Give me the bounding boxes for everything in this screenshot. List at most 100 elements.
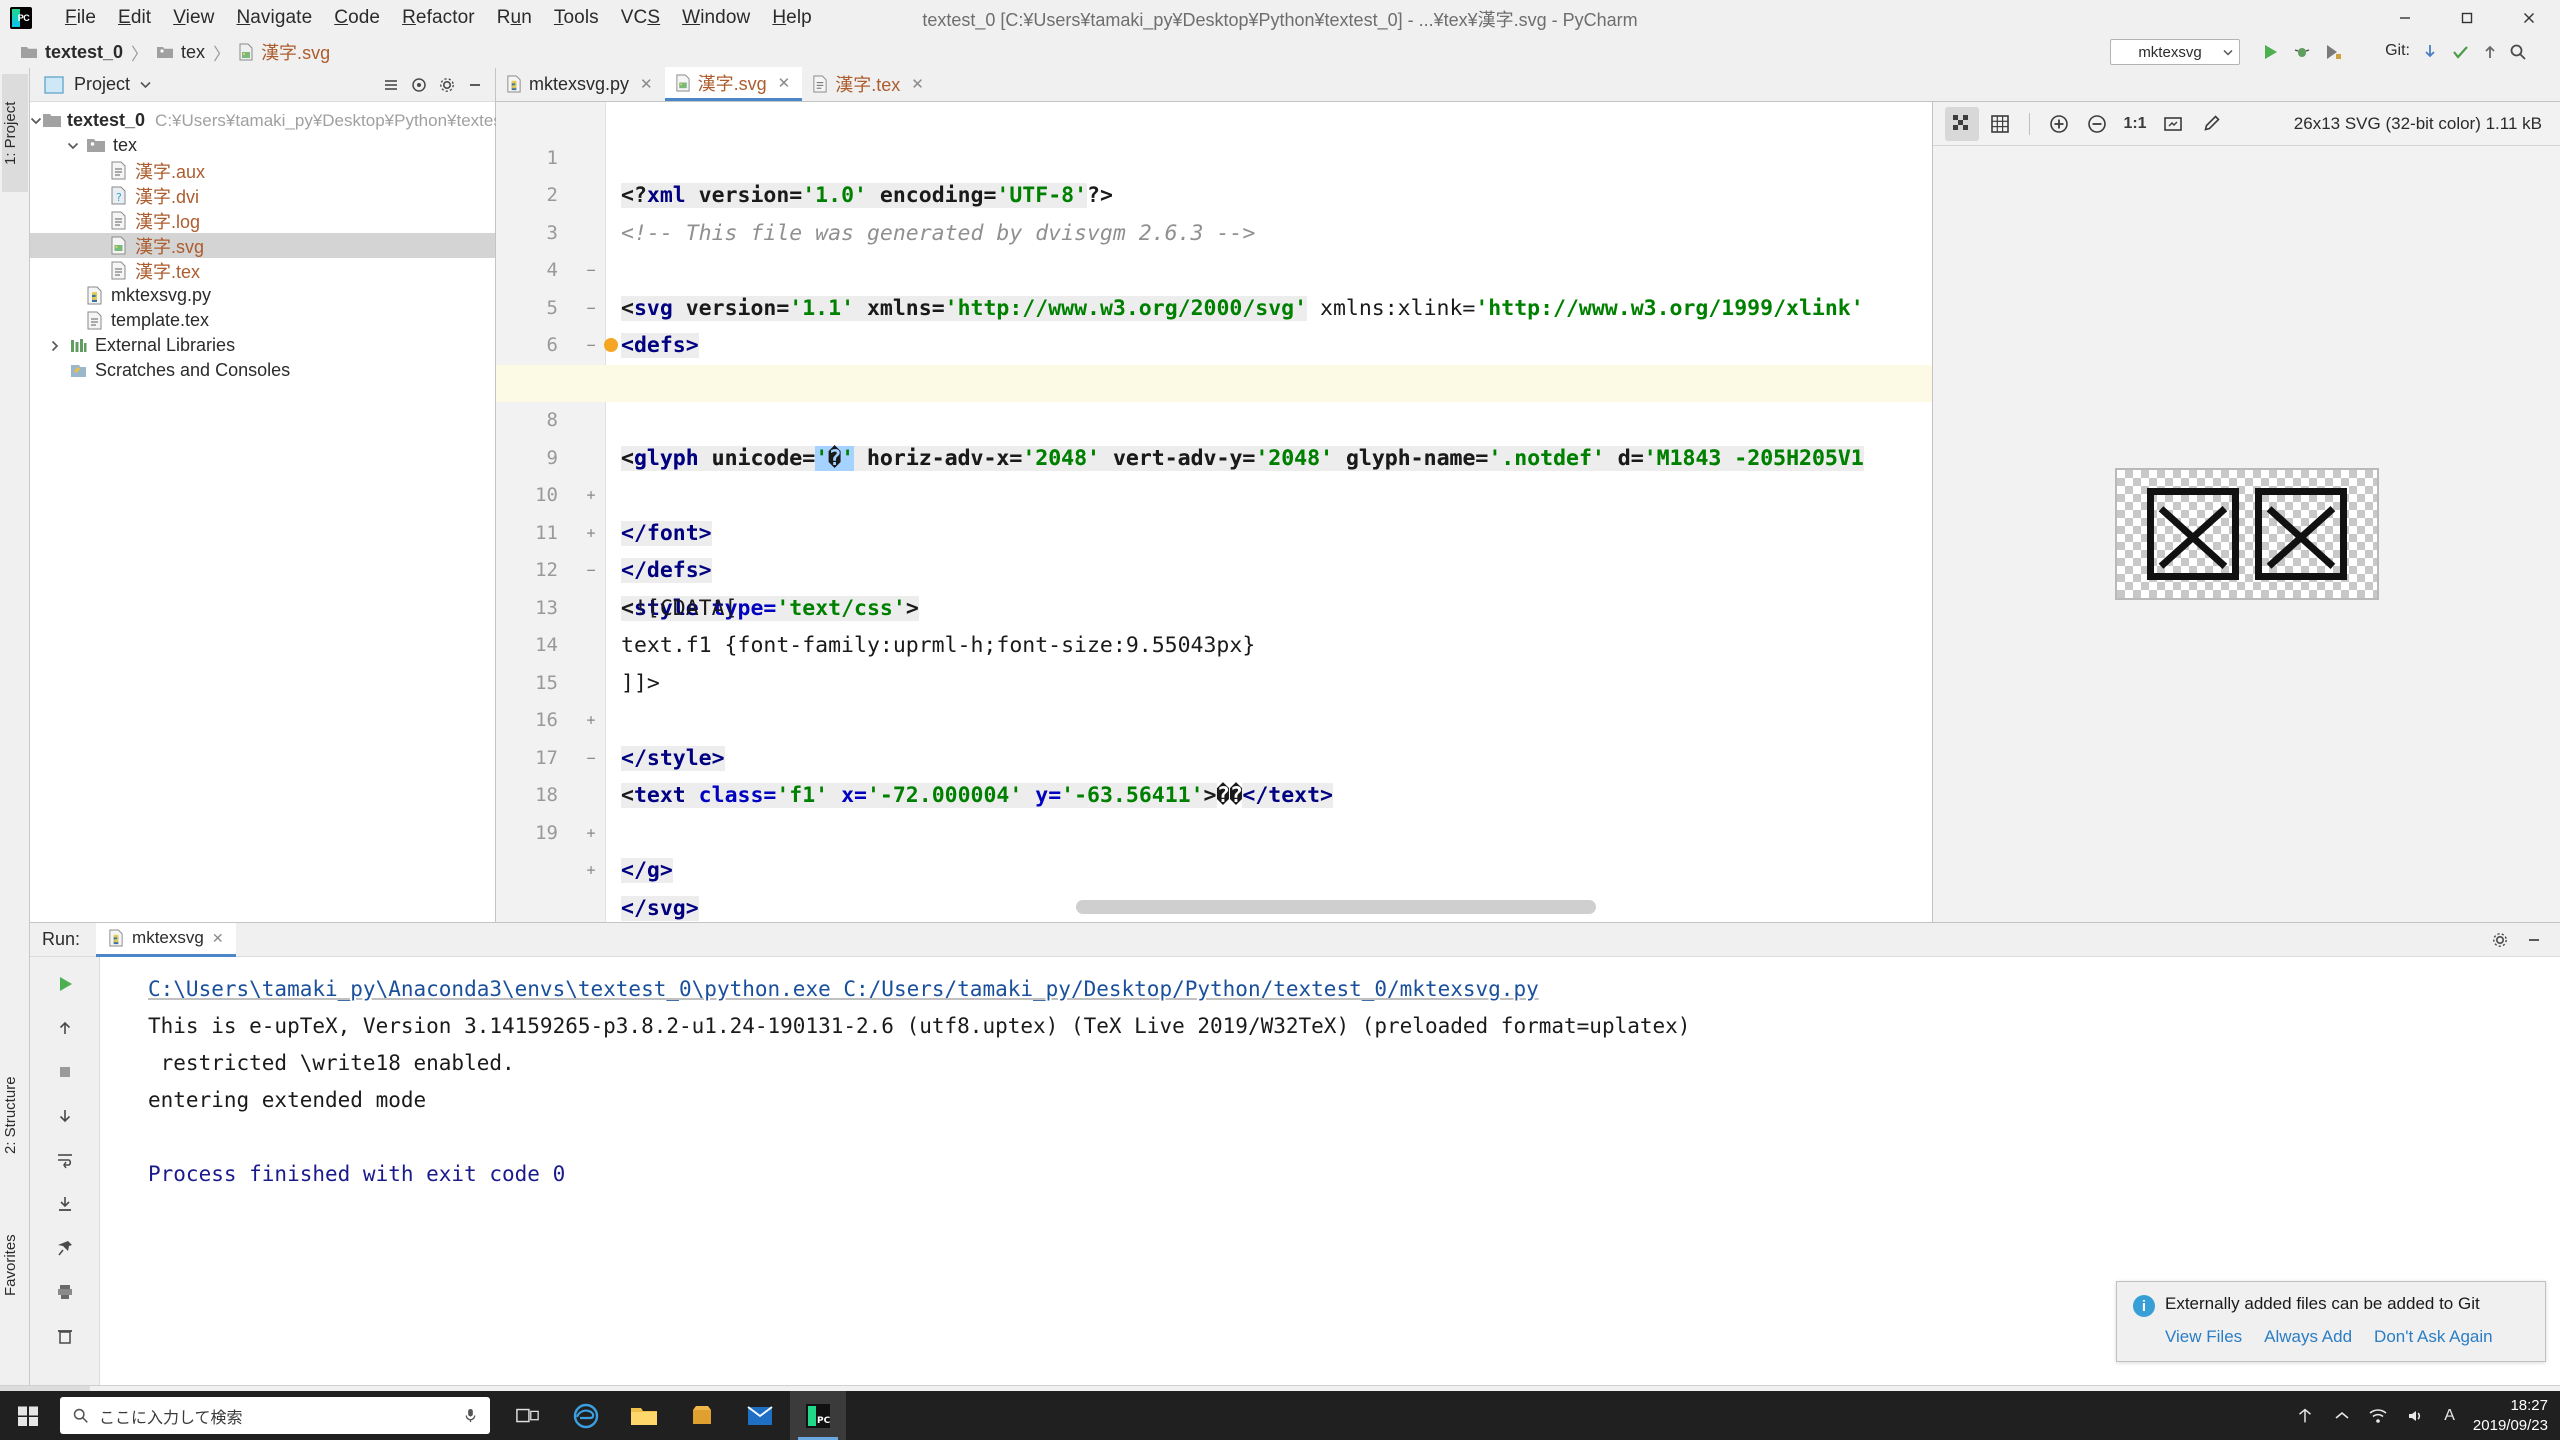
mail-button[interactable] [732, 1391, 788, 1440]
fit-to-window-button[interactable] [2156, 107, 2190, 141]
intention-bulb-icon[interactable] [604, 338, 618, 352]
dont-ask-again-link[interactable]: Don't Ask Again [2374, 1327, 2493, 1347]
git-commit-button[interactable] [2448, 40, 2472, 64]
tree-item-kanji-tex[interactable]: 漢字.tex [30, 258, 495, 283]
breadcrumb-item-tex[interactable]: tex [156, 42, 205, 63]
view-files-link[interactable]: View Files [2165, 1327, 2242, 1347]
tree-item-textest_0[interactable]: textest_0 C:¥Users¥tamaki_py¥Desktop¥Pyt… [30, 108, 525, 133]
tree-item-scratches-and-consoles[interactable]: Scratches and Consoles [30, 358, 495, 383]
editor-tab-kanji-tex[interactable]: 漢字.tex ✕ [802, 67, 936, 101]
toggle-grid-button[interactable] [1983, 107, 2017, 141]
show-hidden-icons-button[interactable] [2334, 1410, 2350, 1422]
toggle-chessboard-button[interactable] [1945, 106, 1979, 141]
project-settings-button[interactable] [435, 73, 459, 97]
chevron-down-icon [2223, 49, 2233, 56]
tree-item-kanji-svg[interactable]: 漢字.svg [30, 233, 495, 258]
expand-twisty-icon[interactable] [62, 141, 84, 151]
color-picker-button[interactable] [2194, 107, 2228, 141]
run-settings-button[interactable] [2488, 928, 2512, 952]
clear-console-button[interactable] [50, 1321, 80, 1351]
search-everywhere-button[interactable] [2506, 40, 2530, 64]
soft-wrap-button[interactable] [50, 1145, 80, 1175]
editor-horizontal-scrollbar[interactable] [1076, 900, 1596, 914]
close-icon[interactable]: ✕ [640, 75, 653, 93]
tool-tab-project[interactable]: 1: Project [2, 74, 28, 192]
debug-button[interactable] [2290, 40, 2314, 64]
git-push-button[interactable] [2478, 40, 2502, 64]
rerun-button[interactable] [50, 969, 80, 999]
hide-panel-button[interactable] [463, 73, 487, 97]
code-token: </svg> [621, 895, 699, 921]
zoom-in-button[interactable] [2042, 107, 2076, 141]
store-button[interactable] [674, 1391, 730, 1440]
svg-file-icon [238, 43, 254, 61]
scroll-down-button[interactable] [50, 1101, 80, 1131]
run-configuration-selector[interactable]: mktexsvg [2110, 39, 2240, 65]
menu-edit[interactable]: Edit [107, 3, 162, 33]
close-icon[interactable]: ✕ [778, 74, 791, 92]
git-update-button[interactable] [2418, 40, 2442, 64]
scroll-from-source-button[interactable] [407, 73, 431, 97]
tree-item-kanji-log[interactable]: 漢字.log [30, 208, 495, 233]
ime-keyboard-icon[interactable] [2294, 1407, 2316, 1425]
menu-tools[interactable]: Tools [543, 3, 610, 33]
menu-window[interactable]: Window [671, 3, 761, 33]
close-icon[interactable]: ✕ [212, 930, 224, 947]
image-preview-canvas[interactable] [1933, 146, 2560, 922]
tool-tab-favorites[interactable]: Favorites [2, 1205, 28, 1325]
menu-view[interactable]: View [162, 3, 225, 33]
pycharm-taskbar-button[interactable]: PC [790, 1391, 846, 1440]
always-add-link[interactable]: Always Add [2264, 1327, 2352, 1347]
close-button[interactable] [2498, 0, 2560, 36]
network-button[interactable] [2368, 1408, 2388, 1424]
taskbar-search-box[interactable]: ここに入力して検索 [60, 1397, 490, 1434]
task-view-button[interactable] [500, 1391, 556, 1440]
edge-app-button[interactable] [558, 1391, 614, 1440]
start-button[interactable] [0, 1391, 56, 1440]
minimize-button[interactable] [2374, 0, 2436, 36]
pin-button[interactable] [50, 1233, 80, 1263]
file-explorer-button[interactable] [616, 1391, 672, 1440]
close-icon[interactable]: ✕ [911, 75, 924, 93]
maximize-button[interactable] [2436, 0, 2498, 36]
volume-button[interactable] [2406, 1408, 2426, 1424]
menu-run[interactable]: Run [486, 3, 543, 33]
coverage-button[interactable] [2320, 40, 2344, 64]
zoom-out-button[interactable] [2080, 107, 2114, 141]
breadcrumb-item-svgfile[interactable]: 漢字.svg [238, 39, 330, 65]
tree-item-template-tex[interactable]: template.tex [30, 308, 495, 333]
taskbar-clock[interactable]: 18:27 2019/09/23 [2473, 1396, 2548, 1435]
collapse-twisty-icon[interactable] [44, 340, 66, 352]
tree-item-external-libraries[interactable]: External Libraries [30, 333, 495, 358]
microphone-icon[interactable] [463, 1407, 478, 1424]
fold-marker[interactable]: + [584, 852, 598, 890]
editor-tab-mktexsvg-py[interactable]: mktexsvg.py ✕ [496, 67, 665, 101]
chevron-down-icon[interactable] [140, 81, 151, 89]
hide-run-panel-button[interactable] [2522, 928, 2546, 952]
menu-vcs[interactable]: VCS [610, 3, 671, 33]
tool-tab-structure[interactable]: 2: Structure [2, 1045, 28, 1185]
breadcrumb-item-textest_0[interactable]: textest_0 [20, 42, 123, 63]
scroll-up-button[interactable] [50, 1013, 80, 1043]
console-line-command: C:\Users\tamaki_py\Anaconda3\envs\textes… [148, 977, 1539, 1001]
run-tab-mktexsvg[interactable]: mktexsvg ✕ [96, 922, 236, 957]
menu-navigate[interactable]: Navigate [225, 3, 323, 33]
menu-refactor[interactable]: Refactor [391, 3, 486, 33]
expand-twisty-icon[interactable] [30, 116, 42, 126]
scroll-to-end-button[interactable] [50, 1189, 80, 1219]
run-button[interactable] [2258, 40, 2282, 64]
menu-code[interactable]: Code [323, 3, 391, 33]
tree-item-mktexsvg-py[interactable]: mktexsvg.py [30, 283, 495, 308]
ime-indicator[interactable]: A [2444, 1407, 2455, 1425]
print-button[interactable] [50, 1277, 80, 1307]
tree-item-tex[interactable]: tex [30, 133, 495, 158]
tree-item-kanji-aux[interactable]: 漢字.aux [30, 158, 495, 183]
stop-button[interactable] [50, 1057, 80, 1087]
menu-help[interactable]: Help [761, 3, 822, 33]
tree-item-kanji-dvi[interactable]: ? 漢字.dvi [30, 183, 495, 208]
editor-tab-kanji-svg[interactable]: 漢字.svg ✕ [664, 67, 803, 101]
menu-file[interactable]: File [54, 3, 107, 33]
collapse-all-button[interactable] [379, 73, 403, 97]
text-file-icon [106, 161, 130, 180]
actual-size-button[interactable]: 1:1 [2118, 107, 2152, 141]
